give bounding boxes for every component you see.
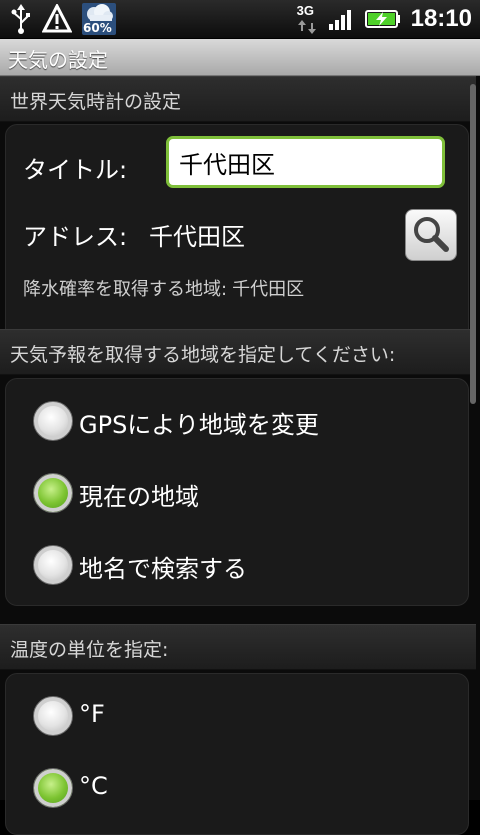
radio-current-region[interactable]: 現在の地域 [6, 461, 468, 523]
radio-label: 地名で検索する [79, 555, 247, 583]
title-label: タイトル: [23, 156, 128, 184]
title-input-wrapper[interactable] [166, 136, 445, 188]
world-clock-card: タイトル: アドレス: 千代田区 降水確率を取得する地域: 千代田区 [5, 124, 469, 362]
network-type-text: 3G [296, 3, 314, 18]
cloud-icon [87, 4, 113, 21]
weather-icon: 60% [82, 3, 116, 35]
radio-button[interactable] [33, 401, 73, 441]
warning-icon [42, 4, 72, 33]
section-header-region: 天気予報を取得する地域を指定してください: [0, 329, 476, 375]
section-header-world-clock: 世界天気時計の設定 [0, 76, 476, 122]
signal-icon [328, 10, 351, 30]
radio-button[interactable] [33, 473, 73, 513]
section-header-text: 天気予報を取得する地域を指定してください: [10, 344, 396, 366]
radio-celsius[interactable]: °C [6, 756, 468, 818]
search-button[interactable] [405, 209, 457, 261]
radio-label: °F [79, 700, 105, 728]
section-header-temp-unit: 温度の単位を指定: [0, 624, 476, 670]
title-input[interactable] [169, 139, 442, 185]
radio-button[interactable] [33, 768, 73, 808]
radio-button[interactable] [33, 696, 73, 736]
battery-icon [364, 10, 400, 28]
radio-gps[interactable]: GPSにより地域を変更 [6, 389, 468, 451]
radio-label: GPSにより地域を変更 [79, 411, 319, 439]
radio-search-by-name[interactable]: 地名で検索する [6, 533, 468, 595]
status-bar: 60% 3G 18:10 [0, 0, 480, 39]
section-header-text: 温度の単位を指定: [10, 639, 169, 661]
usb-icon [11, 4, 30, 34]
network-indicator: 3G [297, 2, 319, 36]
radio-label: °C [79, 772, 108, 800]
data-arrows-icon [297, 20, 316, 34]
battery-percent-text: 60% [83, 21, 112, 35]
radio-label: 現在の地域 [79, 483, 199, 511]
section-header-text: 世界天気時計の設定 [10, 91, 182, 113]
precip-row: 降水確率を取得する地域: 千代田区 [23, 275, 304, 301]
address-label: アドレス: [23, 223, 128, 251]
address-value: 千代田区 [149, 223, 245, 251]
scrollbar[interactable] [470, 84, 476, 404]
precip-label: 降水確率を取得する地域: [23, 279, 228, 300]
radio-fahrenheit[interactable]: °F [6, 684, 468, 746]
region-card: GPSにより地域を変更 現在の地域 地名で検索する [5, 378, 469, 606]
radio-button[interactable] [33, 545, 73, 585]
temp-unit-card: °F °C [5, 673, 469, 835]
search-icon [414, 217, 449, 252]
settings-content[interactable]: 世界天気時計の設定 タイトル: アドレス: 千代田区 降水確率を取得する地域: … [0, 76, 480, 835]
title-bar: 天気の設定 [0, 39, 480, 76]
page-title: 天気の設定 [8, 48, 108, 72]
clock-text: 18:10 [410, 5, 472, 32]
precip-value: 千代田区 [232, 279, 305, 300]
